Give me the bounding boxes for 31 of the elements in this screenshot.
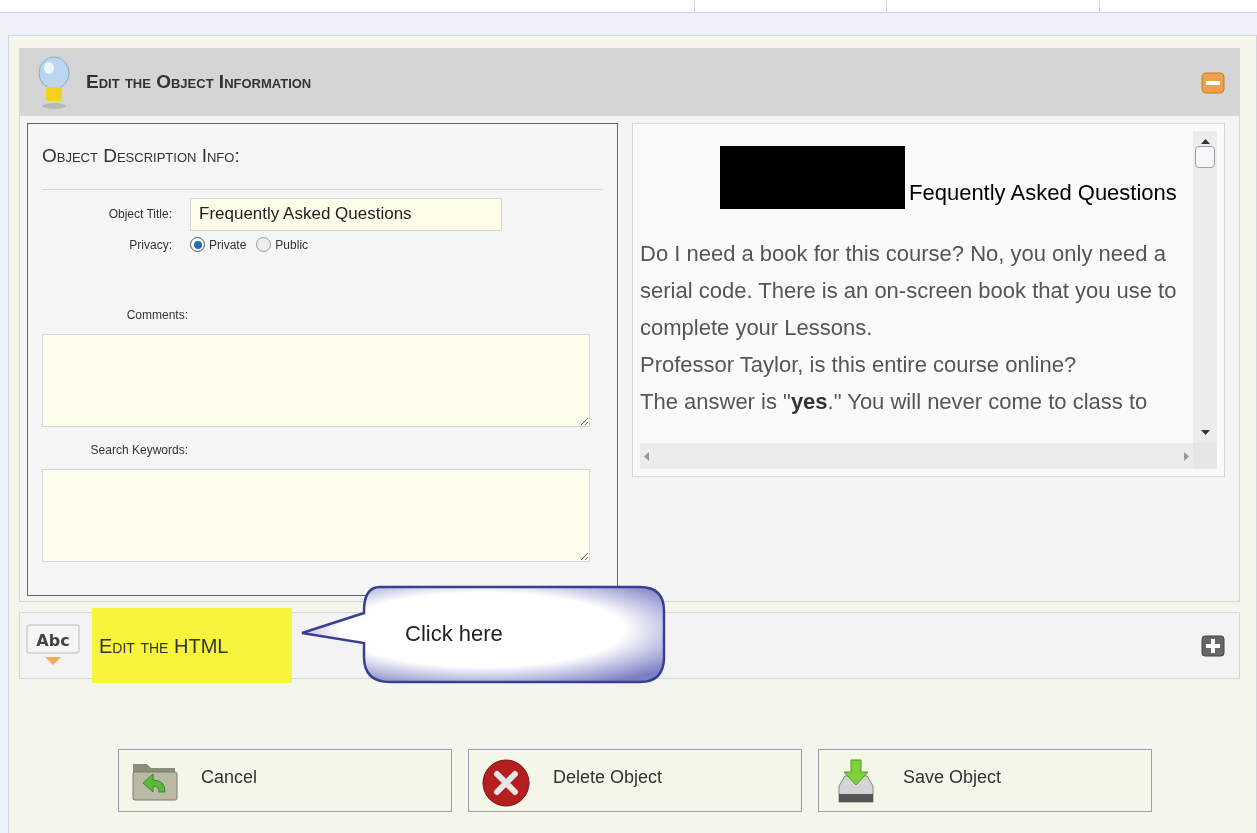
callout-text: Click here: [405, 620, 503, 648]
collapse-icon[interactable]: [1201, 71, 1225, 94]
panel-heading: Object Description Info:: [42, 142, 603, 190]
scroll-down-icon[interactable]: [1200, 430, 1210, 435]
delete-icon: [481, 758, 531, 808]
radio-label[interactable]: Public: [275, 235, 309, 254]
action-button[interactable]: Save Object: [818, 749, 1152, 812]
title-field[interactable]: Frequently Asked Questions: [190, 197, 502, 231]
faq-paragraph: Professor Taylor, is this entire course online?: [640, 351, 1078, 379]
scroll-left-icon[interactable]: [644, 451, 649, 461]
radio-label[interactable]: Private: [209, 235, 247, 254]
action-button[interactable]: Delete Object: [468, 749, 802, 812]
scroll-right-icon[interactable]: [1184, 451, 1190, 461]
field-label: Object Title:: [107, 206, 173, 223]
scroll-up-icon[interactable]: [1200, 139, 1210, 144]
document-title: Fequently Asked Questions: [909, 179, 1177, 207]
faq-paragraph: The answer is "yes." You will never come to class to: [640, 388, 1149, 416]
expand-icon[interactable]: [1201, 634, 1225, 657]
keywords-field[interactable]: [42, 468, 590, 562]
field-label: Privacy:: [128, 236, 173, 254]
scrollbar-thumb[interactable]: [1195, 146, 1215, 168]
section-title: Edit the Object Information: [86, 70, 312, 95]
action-button[interactable]: Cancel: [118, 749, 452, 812]
radio-button[interactable]: [256, 237, 272, 252]
horizontal-scrollbar[interactable]: [640, 443, 1194, 469]
vertical-scrollbar[interactable]: [1193, 131, 1217, 443]
field-label: Search Keywords:: [89, 441, 189, 459]
faq-paragraph: Do I need a book for this course? No, you only need a serial code. There is an on-screen book that you use to complete your Lessons.: [640, 240, 1178, 342]
comments-field[interactable]: [42, 333, 590, 427]
radio-button[interactable]: [190, 237, 205, 252]
field-label: Comments:: [125, 306, 189, 324]
